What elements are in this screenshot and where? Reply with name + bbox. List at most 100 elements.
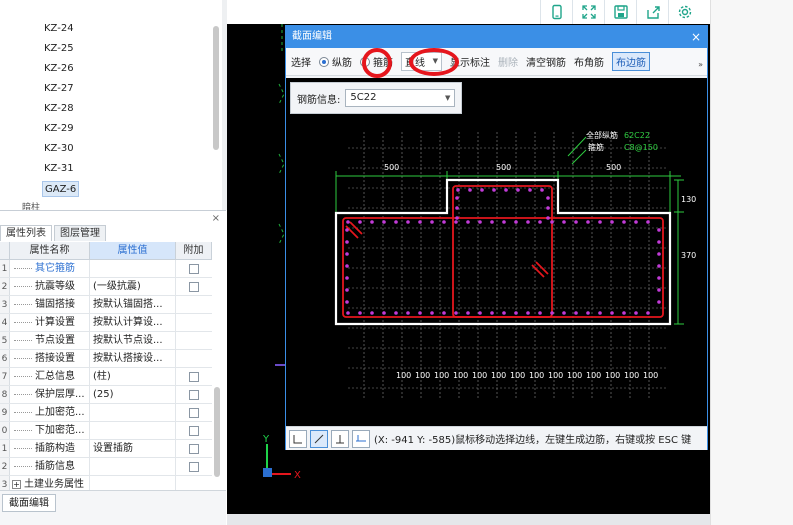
table-row[interactable]: 0 下加密范... — [0, 422, 212, 440]
rebar-dot[interactable] — [466, 311, 470, 315]
rebar-dot[interactable] — [382, 311, 386, 315]
rebar-dot[interactable] — [546, 206, 550, 210]
rebar-dot[interactable] — [455, 206, 459, 210]
add-checkbox[interactable] — [189, 461, 199, 472]
edge-rebar-button[interactable]: 布边筋 — [612, 52, 650, 71]
ortho-toggle[interactable] — [289, 429, 307, 448]
rebar-dot[interactable] — [657, 264, 661, 268]
rebar-dot[interactable] — [574, 311, 578, 315]
phone-view-button[interactable] — [540, 0, 572, 24]
rebar-dot[interactable] — [430, 311, 434, 315]
props-scrollbar[interactable] — [214, 387, 220, 477]
tree-item[interactable]: KZ-25 — [42, 41, 76, 57]
table-row[interactable]: 2 抗震等级 (一级抗震) — [0, 278, 212, 296]
table-row[interactable]: 6 搭接设置 按默认搭接设... — [0, 350, 212, 368]
delete-button[interactable]: 删除 — [498, 54, 518, 69]
property-value[interactable]: 按默认计算设... — [90, 314, 176, 331]
add-checkbox[interactable] — [189, 389, 199, 400]
add-checkbox[interactable] — [189, 407, 199, 418]
rebar-dot[interactable] — [550, 220, 554, 224]
rebar-dot[interactable] — [657, 300, 661, 304]
rebar-dot[interactable] — [358, 220, 362, 224]
rebar-dot[interactable] — [646, 311, 650, 315]
section-drawing[interactable]: 500 500 500 130 370 全部纵筋 62C22 箍筋 C8@150… — [286, 78, 707, 426]
rebar-dot[interactable] — [358, 311, 362, 315]
tree-item-selected[interactable]: GAZ-6 — [42, 181, 80, 197]
tree-item[interactable]: KZ-29 — [42, 121, 76, 137]
rebar-dot[interactable] — [345, 276, 349, 280]
tree-item[interactable]: KZ-24 — [42, 21, 76, 37]
rebar-dot[interactable] — [528, 188, 532, 192]
rebar-dot[interactable] — [657, 288, 661, 292]
property-value[interactable]: 按默认锚固搭... — [90, 296, 176, 313]
rebar-dot[interactable] — [406, 311, 410, 315]
select-tool[interactable]: 选择 — [291, 54, 311, 69]
rebar-dot[interactable] — [345, 300, 349, 304]
clear-rebar-button[interactable]: 清空钢筋 — [526, 54, 566, 69]
rebar-dot[interactable] — [586, 311, 590, 315]
rebar-dot[interactable] — [622, 220, 626, 224]
rebar-dot[interactable] — [538, 311, 542, 315]
tree-scrollbar[interactable] — [213, 26, 219, 150]
tab-section-edit[interactable]: 截面编辑 — [2, 494, 56, 512]
rebar-dot[interactable] — [345, 228, 349, 232]
tree-item[interactable]: KZ-30 — [42, 141, 76, 157]
rebar-dot[interactable] — [657, 240, 661, 244]
rebar-dot[interactable] — [345, 288, 349, 292]
rebar-dot[interactable] — [455, 196, 459, 200]
rebar-dot[interactable] — [418, 311, 422, 315]
perpendicular-toggle[interactable] — [331, 429, 349, 448]
rebar-dot[interactable] — [418, 220, 422, 224]
tree-item[interactable]: KZ-31 — [42, 161, 76, 177]
rebar-dot[interactable] — [526, 220, 530, 224]
rebar-dot[interactable] — [346, 311, 350, 315]
tree-item[interactable]: KZ-28 — [42, 101, 76, 117]
rebar-dot[interactable] — [646, 220, 650, 224]
rebar-dot[interactable] — [546, 196, 550, 200]
rebar-dot[interactable] — [574, 220, 578, 224]
add-checkbox[interactable] — [189, 443, 199, 454]
settings-button[interactable] — [668, 0, 700, 24]
close-icon[interactable]: × — [212, 213, 220, 224]
rebar-dot[interactable] — [634, 311, 638, 315]
share-button[interactable] — [636, 0, 668, 24]
rebar-dot[interactable] — [346, 220, 350, 224]
rebar-dot[interactable] — [370, 220, 374, 224]
rebar-dot[interactable] — [478, 311, 482, 315]
rebar-dot[interactable] — [562, 311, 566, 315]
rebar-dot[interactable] — [490, 220, 494, 224]
property-value[interactable] — [90, 260, 176, 277]
rebar-info-select[interactable]: 5C22 ▼ — [345, 89, 456, 107]
rebar-dot[interactable] — [562, 220, 566, 224]
rebar-dot[interactable] — [657, 228, 661, 232]
add-checkbox[interactable] — [189, 425, 199, 436]
rebar-dot[interactable] — [657, 276, 661, 280]
table-row[interactable]: 9 上加密范... — [0, 404, 212, 422]
table-row[interactable]: 3 锚固搭接 按默认锚固搭... — [0, 296, 212, 314]
rebar-dot[interactable] — [394, 311, 398, 315]
rebar-dot[interactable] — [586, 220, 590, 224]
property-value[interactable]: (柱) — [90, 368, 176, 385]
tree-item[interactable]: KZ-27 — [42, 81, 76, 97]
toolbar-more-icon[interactable]: » — [698, 60, 703, 69]
expand-icon[interactable]: + — [12, 480, 21, 489]
property-value[interactable] — [90, 404, 176, 421]
property-value[interactable]: (一级抗震) — [90, 278, 176, 295]
rebar-dot[interactable] — [455, 216, 459, 220]
rebar-dot[interactable] — [430, 220, 434, 224]
rebar-dot[interactable] — [540, 188, 544, 192]
table-row[interactable]: 4 计算设置 按默认计算设... — [0, 314, 212, 332]
corner-rebar-button[interactable]: 布角筋 — [574, 54, 604, 69]
rebar-dot[interactable] — [657, 252, 661, 256]
rebar-dot[interactable] — [468, 188, 472, 192]
table-row[interactable]: 8 保护层厚... (25) — [0, 386, 212, 404]
rebar-dot[interactable] — [546, 216, 550, 220]
table-row[interactable]: 5 节点设置 按默认节点设... — [0, 332, 212, 350]
rebar-dot[interactable] — [492, 188, 496, 192]
property-value[interactable] — [90, 422, 176, 439]
dialog-close-button[interactable]: × — [691, 26, 701, 48]
rebar-dot[interactable] — [406, 220, 410, 224]
rebar-dot[interactable] — [514, 311, 518, 315]
rebar-dot[interactable] — [514, 220, 518, 224]
longitudinal-radio[interactable]: 纵筋 — [319, 54, 352, 69]
